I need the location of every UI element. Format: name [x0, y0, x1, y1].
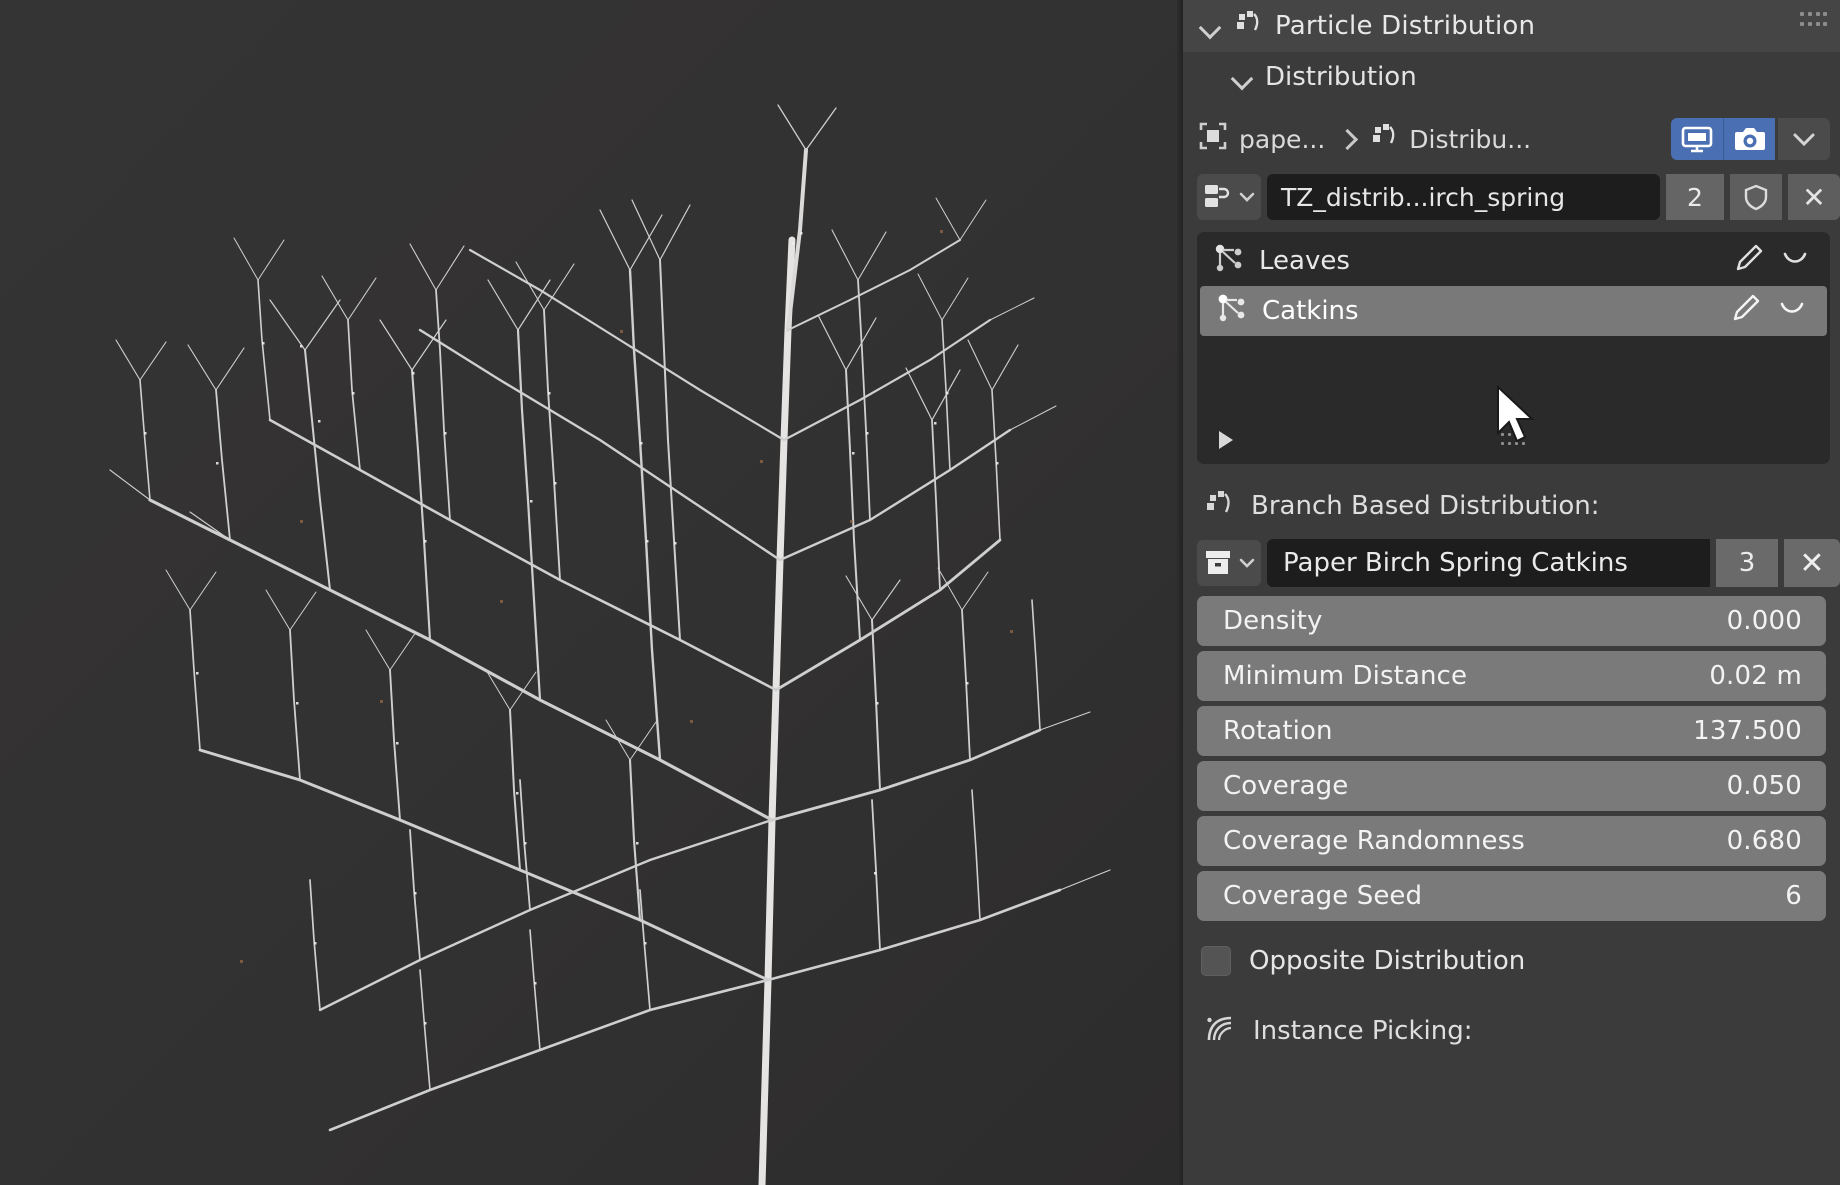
collection-users-count[interactable]: 3 — [1716, 539, 1778, 587]
node-tree-icon — [1213, 242, 1245, 281]
property-value[interactable]: 6 — [1785, 881, 1802, 911]
property-value[interactable]: 137.500 — [1693, 716, 1802, 746]
branch-based-distribution-heading: Branch Based Distribution: — [1183, 478, 1840, 534]
particle-layer-list[interactable]: Leaves Catkins — [1197, 232, 1830, 464]
pencil-icon[interactable] — [1731, 293, 1761, 330]
chevron-down-icon[interactable] — [1777, 296, 1807, 326]
node-tree-icon[interactable] — [1369, 121, 1399, 157]
unlink-x-icon[interactable]: ✕ — [1788, 174, 1840, 220]
property-label: Coverage Randomness — [1223, 826, 1525, 856]
opposite-distribution-label: Opposite Distribution — [1249, 946, 1526, 976]
particle-distribution-panel-header[interactable]: Particle Distribution — [1183, 0, 1840, 52]
node-tree-icon — [1216, 292, 1248, 331]
drag-grip-icon[interactable] — [1500, 433, 1527, 447]
subpanel-title: Distribution — [1265, 62, 1417, 92]
modifier-extras-dropdown[interactable] — [1778, 118, 1830, 160]
property-label: Density — [1223, 606, 1323, 636]
distribution-subpanel-header[interactable]: Distribution — [1183, 52, 1840, 102]
instance-picking-title: Instance Picking: — [1253, 1016, 1473, 1046]
property-value[interactable]: 0.050 — [1727, 771, 1802, 801]
property-value[interactable]: 0.000 — [1727, 606, 1802, 636]
breadcrumb-object-label[interactable]: pape... — [1239, 125, 1325, 154]
display-toggles — [1671, 118, 1830, 160]
property-row-coverage-seed[interactable]: Coverage Seed 6 — [1197, 871, 1826, 921]
node-tree-icon — [1233, 8, 1263, 44]
list-item-actions — [1731, 293, 1817, 330]
node-tree-icon — [1203, 487, 1235, 526]
list-item-label: Leaves — [1259, 246, 1350, 276]
shield-icon[interactable] — [1730, 174, 1782, 220]
breadcrumb: pape... Distribu... — [1183, 112, 1840, 166]
object-data-icon[interactable] — [1197, 120, 1229, 158]
drag-grip-icon[interactable] — [1800, 12, 1828, 28]
chevron-down-icon[interactable] — [1231, 66, 1253, 88]
blender-window: Particle Distribution Distribution pape.… — [0, 0, 1840, 1185]
list-item-label: Catkins — [1262, 296, 1359, 326]
show-in-viewport-toggle[interactable] — [1671, 118, 1723, 160]
chevron-down-icon[interactable] — [1199, 15, 1221, 37]
list-footer — [1197, 416, 1830, 464]
property-label: Rotation — [1223, 716, 1333, 746]
property-label: Coverage — [1223, 771, 1349, 801]
opposite-distribution-checkbox[interactable] — [1201, 946, 1231, 976]
particle-arc-icon — [1203, 1012, 1237, 1051]
list-item-actions — [1734, 243, 1820, 280]
collection-icon[interactable] — [1197, 540, 1261, 586]
panel-title: Particle Distribution — [1275, 11, 1536, 41]
opposite-distribution-row[interactable]: Opposite Distribution — [1183, 933, 1840, 989]
nodetree-browse-icon[interactable] — [1197, 174, 1261, 220]
tree-render — [0, 0, 1183, 1185]
distribution-properties: Density 0.000 Minimum Distance 0.02 m Ro… — [1197, 596, 1826, 921]
chevron-down-icon[interactable] — [1780, 246, 1810, 276]
property-row-coverage-randomness[interactable]: Coverage Randomness 0.680 — [1197, 816, 1826, 866]
triangle-right-icon[interactable] — [1219, 431, 1233, 449]
show-in-render-toggle[interactable] — [1723, 118, 1775, 160]
instance-picking-heading: Instance Picking: — [1183, 1003, 1840, 1059]
node-group-name-field[interactable]: TZ_distrib...irch_spring — [1267, 174, 1660, 220]
chevron-right-icon — [1339, 128, 1355, 150]
pencil-icon[interactable] — [1734, 243, 1764, 280]
list-item[interactable]: Leaves — [1197, 236, 1830, 286]
unlink-x-icon[interactable]: ✕ — [1784, 539, 1840, 587]
branch-section-title: Branch Based Distribution: — [1251, 491, 1600, 521]
list-item[interactable]: Catkins — [1200, 286, 1827, 336]
node-group-users-count[interactable]: 2 — [1666, 174, 1724, 220]
collection-picker-row: Paper Birch Spring Catkins 3 ✕ — [1183, 538, 1840, 588]
node-group-datablock-row: TZ_distrib...irch_spring 2 ✕ — [1183, 172, 1840, 222]
properties-panel: Particle Distribution Distribution pape.… — [1183, 0, 1840, 1185]
collection-name-field[interactable]: Paper Birch Spring Catkins — [1267, 539, 1710, 587]
property-row-rotation[interactable]: Rotation 137.500 — [1197, 706, 1826, 756]
breadcrumb-modifier-label[interactable]: Distribu... — [1409, 125, 1531, 154]
property-row-density[interactable]: Density 0.000 — [1197, 596, 1826, 646]
property-row-minimum-distance[interactable]: Minimum Distance 0.02 m — [1197, 651, 1826, 701]
property-label: Minimum Distance — [1223, 661, 1468, 691]
viewport-3d[interactable] — [0, 0, 1183, 1185]
property-value[interactable]: 0.680 — [1727, 826, 1802, 856]
property-row-coverage[interactable]: Coverage 0.050 — [1197, 761, 1826, 811]
property-value[interactable]: 0.02 m — [1709, 661, 1802, 691]
property-label: Coverage Seed — [1223, 881, 1423, 911]
